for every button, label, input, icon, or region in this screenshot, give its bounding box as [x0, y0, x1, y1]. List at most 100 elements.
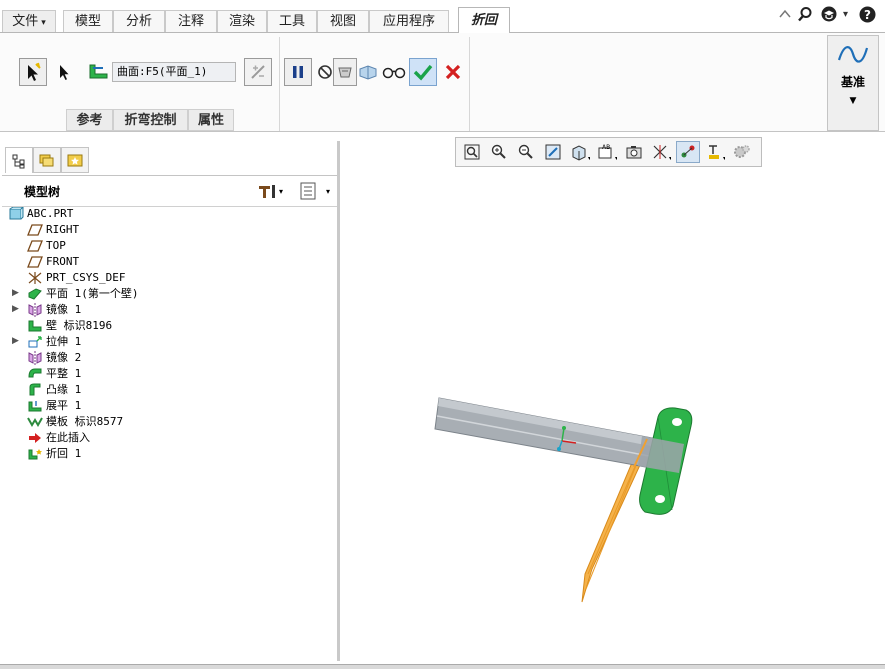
select-pointer-button[interactable] — [50, 58, 78, 86]
bend-surface-button[interactable] — [84, 58, 112, 86]
tree-node-label: 在此插入 — [46, 431, 90, 444]
surface-reference-collector[interactable]: 曲面:F5(平面_1) — [112, 62, 236, 82]
tree-node[interactable]: 模板 标识8577 — [27, 414, 123, 430]
smart-select-icon — [28, 62, 41, 81]
flip-icon — [251, 65, 265, 79]
arrow-pointer-icon — [60, 65, 69, 80]
unbend-icon — [27, 399, 43, 413]
tree-node-label: PRT_CSYS_DEF — [46, 271, 126, 284]
tree-node[interactable]: PRT_CSYS_DEF — [27, 270, 125, 286]
tree-expander[interactable]: ▶ — [12, 288, 19, 298]
insert-here-icon — [27, 431, 43, 445]
search-icon[interactable] — [797, 6, 813, 26]
preview-glasses-icon — [338, 67, 352, 78]
flip-direction-button[interactable] — [244, 58, 272, 86]
tree-expander[interactable]: ▶ — [12, 336, 19, 346]
tree-node[interactable]: 在此插入 — [27, 430, 90, 446]
tree-node-label: 展平 1 — [46, 399, 82, 412]
folder-browser-icon — [39, 154, 54, 167]
select-geometry-button[interactable] — [19, 58, 47, 86]
tree-node-label: 折回 1 — [46, 447, 82, 460]
tree-node-label: FRONT — [46, 255, 80, 268]
flatten-icon — [27, 367, 43, 381]
pause-icon — [293, 66, 303, 78]
tree-node[interactable]: FRONT — [27, 254, 79, 270]
tree-node[interactable]: TOP — [27, 238, 66, 254]
tree-node[interactable]: 壁 标识8196 — [27, 318, 112, 334]
svg-text:▾: ▾ — [279, 187, 283, 196]
sheetmetal-model-view — [434, 397, 693, 603]
mirror-icon — [27, 351, 43, 365]
tree-node-label: 模板 标识8577 — [46, 415, 124, 428]
template-icon — [27, 415, 43, 429]
tree-node[interactable]: RIGHT — [27, 222, 79, 238]
references-panel-tab[interactable]: 参考 — [66, 109, 113, 131]
extrude-icon — [27, 335, 43, 349]
ok-button[interactable] — [409, 58, 437, 86]
svg-text:▾: ▾ — [326, 187, 330, 196]
datum-dropdown-button[interactable]: 基准 ▼ — [827, 35, 879, 131]
tree-expander[interactable]: ▶ — [12, 304, 19, 314]
flat-wall-icon — [27, 287, 43, 301]
tree-node[interactable]: 镜像 2 — [27, 350, 81, 366]
tab-tools[interactable]: 工具 — [267, 10, 317, 32]
tree-node-label: 凸缘 1 — [46, 383, 82, 396]
verify-button[interactable] — [356, 58, 380, 86]
tree-settings-icon[interactable]: ▾ — [256, 182, 284, 203]
graphics-window[interactable]: ▾ AB ▾ ▾ ▾ — [342, 134, 885, 669]
tree-node[interactable]: 拉伸 1 — [27, 334, 81, 350]
tree-node[interactable]: 镜像 1 — [27, 302, 81, 318]
verify-feature-button[interactable] — [381, 58, 407, 86]
minimize-ribbon-icon[interactable] — [779, 8, 791, 22]
tab-analysis[interactable]: 分析 — [113, 10, 165, 32]
properties-panel-tab[interactable]: 属性 — [188, 109, 234, 131]
bend-control-panel-tab[interactable]: 折弯控制 — [113, 109, 188, 131]
sheetmetal-surface-icon — [89, 64, 108, 79]
status-bar — [0, 664, 885, 669]
model-tree-header: 模型树 ▾ ▾ — [2, 175, 337, 207]
checkmark-icon — [413, 64, 433, 81]
part-icon — [8, 205, 25, 221]
tree-node[interactable]: 折回 1 — [27, 446, 81, 462]
tree-node[interactable]: 平整 1 — [27, 366, 81, 382]
verify-model-icon — [359, 65, 377, 80]
tree-show-icon[interactable]: ▾ — [298, 181, 334, 204]
tab-view[interactable]: 视图 — [317, 10, 369, 32]
tree-node-label: RIGHT — [46, 223, 80, 236]
tree-node-label: 平整 1 — [46, 367, 82, 380]
favorites-tab[interactable] — [61, 147, 89, 173]
file-menu-tab[interactable]: 文件 — [2, 10, 56, 32]
datum-plane-icon — [27, 255, 43, 269]
help-icon[interactable]: ? — [859, 6, 876, 27]
chevron-down-icon[interactable]: ▾ — [843, 9, 848, 20]
wall-icon — [27, 319, 43, 333]
tab-bend-back[interactable]: 折回 — [458, 7, 510, 33]
tree-node[interactable]: 展平 1 — [27, 398, 81, 414]
tab-annotate[interactable]: 注释 — [165, 10, 217, 32]
flange-icon — [27, 383, 43, 397]
preview-button[interactable] — [333, 58, 357, 86]
glasses-icon — [382, 67, 406, 79]
community-icon[interactable] — [820, 6, 838, 26]
close-icon — [445, 64, 461, 80]
tree-node-label: 平面 1(第一个壁) — [46, 287, 139, 300]
chevron-down-icon: ▼ — [849, 96, 857, 106]
ribbon-panel: 曲面:F5(平面_1) 参考 折弯控制 属性 基准 ▼ — [0, 32, 885, 132]
tree-node[interactable]: 凸缘 1 — [27, 382, 81, 398]
tree-node[interactable]: ABC.PRT — [8, 205, 74, 222]
tab-model[interactable]: 模型 — [63, 10, 113, 32]
tree-node-label: ABC.PRT — [27, 207, 74, 220]
tab-render[interactable]: 渲染 — [217, 10, 267, 32]
tab-applications[interactable]: 应用程序 — [369, 10, 449, 32]
tree-node[interactable]: 平面 1(第一个壁) — [27, 286, 139, 302]
model-tree-tab[interactable] — [5, 147, 33, 173]
ribbon-tab-bar: 文件 模型 分析 注释 渲染 工具 视图 应用程序 折回 ▾ ? — [0, 0, 885, 33]
svg-text:?: ? — [864, 8, 871, 22]
navigator-panel: 模型树 ▾ ▾ ABC.PRT RIGHT TOP FRONT PRT_CSYS_DEF… — [2, 141, 340, 661]
cancel-button[interactable] — [439, 58, 467, 86]
pause-button[interactable] — [284, 58, 312, 86]
tree-node-label: 镜像 1 — [46, 303, 82, 316]
tree-node-label: 镜像 2 — [46, 351, 82, 364]
datum-plane-icon — [27, 223, 43, 237]
layer-tree-tab[interactable] — [33, 147, 61, 173]
